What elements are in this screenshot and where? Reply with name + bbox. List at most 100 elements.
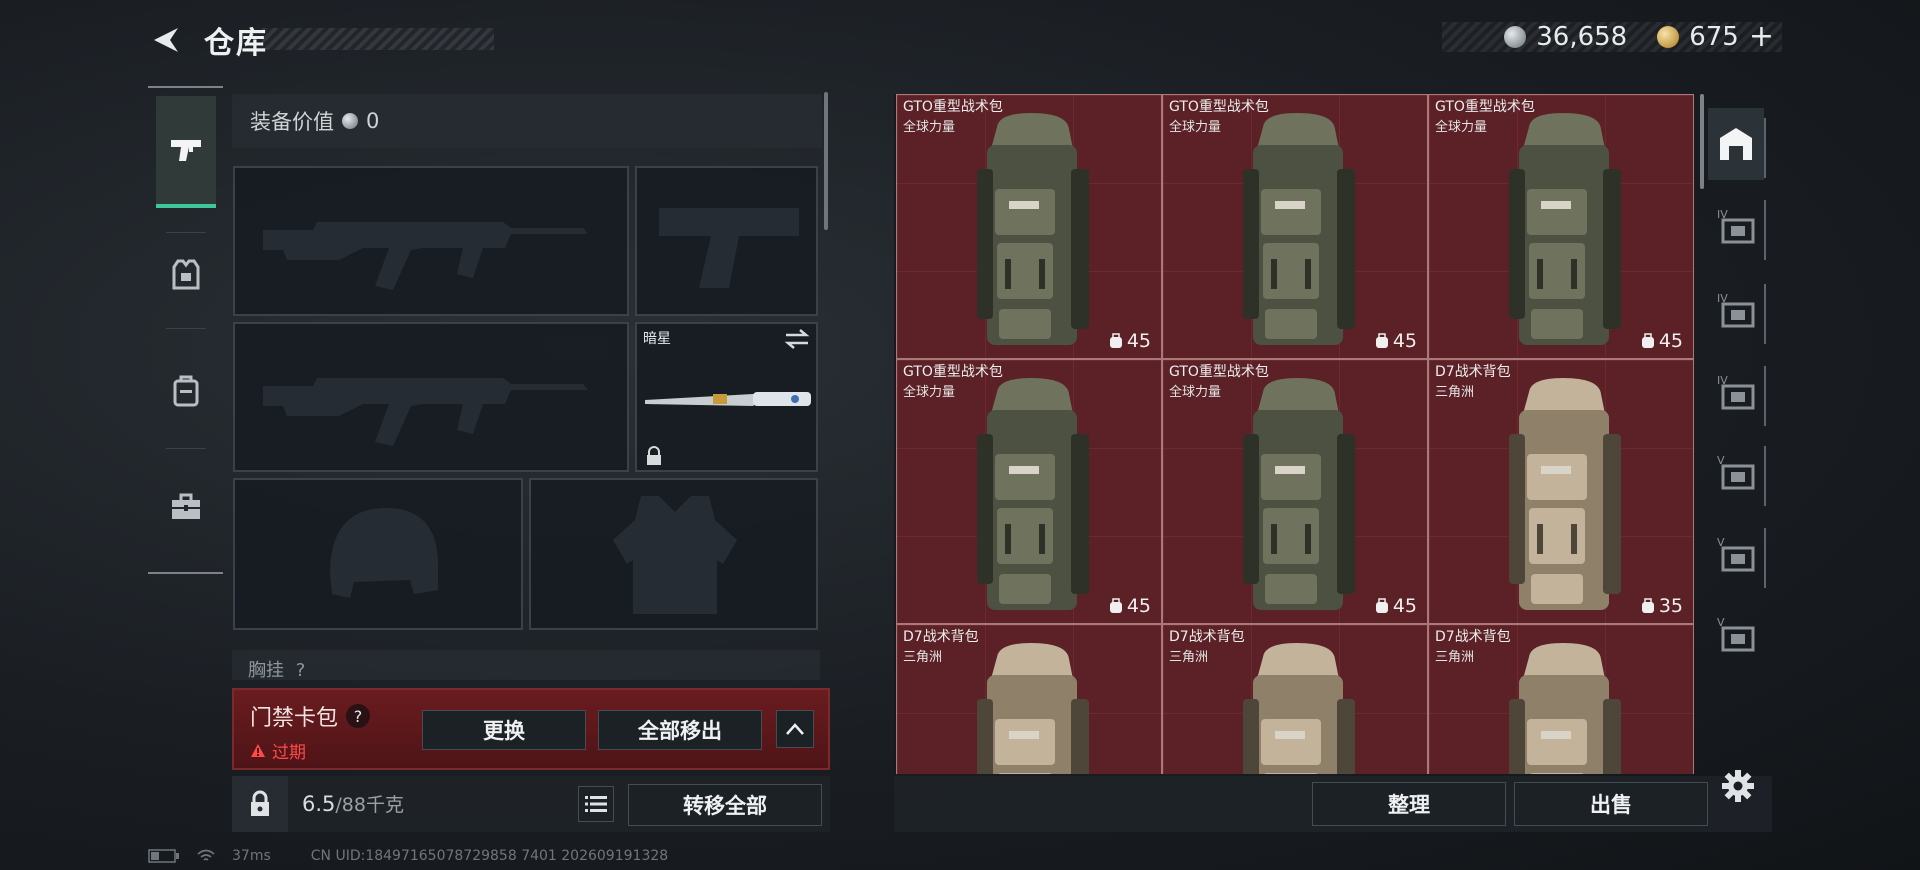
collapse-button[interactable] xyxy=(776,710,814,748)
storage-item-cell[interactable]: GTO重型战术包 全球力量 45 xyxy=(896,359,1162,624)
backpack-item-icon xyxy=(1509,113,1621,345)
item-durability-value: 45 xyxy=(1658,330,1683,352)
item-durability: 45 xyxy=(1109,330,1151,352)
body-armor-slot[interactable] xyxy=(529,478,818,630)
item-brand: 三角洲 xyxy=(1435,385,1475,400)
primary-weapon-slot-2[interactable] xyxy=(233,322,629,472)
item-brand: 全球力量 xyxy=(1169,385,1222,400)
knife-icon xyxy=(645,392,811,406)
storage-scrollbar[interactable] xyxy=(1700,94,1704,189)
item-brand: 三角洲 xyxy=(903,650,943,665)
storage-tab-7[interactable]: V xyxy=(1708,598,1764,670)
storage-tab-4[interactable]: IV xyxy=(1708,356,1764,428)
item-durability: 35 xyxy=(1641,595,1683,617)
item-durability-value: 45 xyxy=(1392,330,1417,352)
item-brand: 三角洲 xyxy=(1435,650,1475,665)
helmet-slot[interactable] xyxy=(233,478,523,630)
silver-coin-icon xyxy=(1504,26,1527,48)
storage-item-cell[interactable]: D7战术背包 三角洲 xyxy=(1162,624,1428,774)
storage-item-cell[interactable]: D7战术背包 三角洲 xyxy=(896,624,1162,774)
rifle-silhouette-icon xyxy=(263,222,588,290)
keycard-status: 过期 xyxy=(250,738,306,763)
sidearm-slot[interactable] xyxy=(635,166,818,316)
storage-item-cell[interactable]: D7战术背包 三角洲 xyxy=(1428,624,1694,774)
rail-divider xyxy=(166,448,206,449)
storage-tab-6[interactable]: V xyxy=(1708,518,1764,590)
currency-bar: 36,658 675 + xyxy=(1442,22,1782,52)
chevron-up-icon xyxy=(786,723,804,735)
category-weapons[interactable] xyxy=(156,96,216,208)
tab-divider xyxy=(1764,446,1766,506)
item-brand: 全球力量 xyxy=(1169,120,1222,135)
category-backpack[interactable] xyxy=(156,336,216,446)
remove-all-button[interactable]: 全部移出 xyxy=(598,710,762,750)
transfer-all-button[interactable]: 转移全部 xyxy=(628,784,822,826)
sort-button[interactable]: 整理 xyxy=(1312,782,1506,826)
capacity-text: 6.5/88千克 xyxy=(302,790,404,817)
lock-button[interactable] xyxy=(232,776,288,832)
item-brand: 全球力量 xyxy=(903,385,956,400)
helmet-silhouette-icon xyxy=(330,508,439,598)
item-brand: 全球力量 xyxy=(1435,120,1488,135)
storage-tab-icon: IV xyxy=(1717,208,1755,244)
item-name: D7战术背包 xyxy=(903,629,979,645)
gold-coin-icon xyxy=(1657,26,1680,48)
capacity-max: /88千克 xyxy=(335,794,404,816)
add-currency-button[interactable]: + xyxy=(1749,22,1774,52)
pistol-silhouette-icon xyxy=(659,208,799,288)
storage-safe-icon: V xyxy=(1717,454,1755,490)
vest-icon xyxy=(172,259,200,290)
category-armor[interactable] xyxy=(156,220,216,330)
storage-add-icon: IV xyxy=(1717,292,1755,328)
backpack-capacity-icon xyxy=(1641,598,1654,613)
backpack-item-icon xyxy=(1243,113,1355,345)
storage-item-cell[interactable]: D7战术背包 三角洲 35 xyxy=(1428,359,1694,624)
tab-divider xyxy=(1764,528,1766,588)
item-brand: 全球力量 xyxy=(903,120,956,135)
item-name: GTO重型战术包 xyxy=(903,364,1003,380)
back-button[interactable] xyxy=(148,22,184,58)
item-name: GTO重型战术包 xyxy=(903,99,1003,115)
chest-rig-slot[interactable]: 胸挂 ? xyxy=(232,650,820,680)
category-case[interactable] xyxy=(156,452,216,562)
melee-slot[interactable]: 暗星 xyxy=(635,322,818,472)
primary-weapon-slot-1[interactable] xyxy=(233,166,629,316)
backpack-item-icon xyxy=(977,643,1089,774)
sell-button[interactable]: 出售 xyxy=(1514,782,1708,826)
storage-tabs: IV IV IV V V V xyxy=(1708,108,1766,748)
wifi-icon xyxy=(197,849,215,861)
storage-item-cell[interactable]: GTO重型战术包 全球力量 45 xyxy=(896,94,1162,359)
storage-home-icon xyxy=(1720,128,1752,160)
backpack-item-icon xyxy=(1509,378,1621,610)
storage-folder-icon: IV xyxy=(1717,374,1755,410)
storage-item-cell[interactable]: GTO重型战术包 全球力量 45 xyxy=(1162,94,1428,359)
backpack-capacity-icon xyxy=(1109,598,1122,613)
list-view-button[interactable] xyxy=(578,786,614,822)
list-icon xyxy=(585,796,607,812)
storage-tab-3[interactable]: IV xyxy=(1708,274,1764,346)
keycard-help-button[interactable]: ? xyxy=(346,704,371,728)
backpack-item-icon xyxy=(977,113,1089,345)
chest-rig-label: 胸挂 xyxy=(248,660,284,680)
item-durability-value: 45 xyxy=(1126,595,1151,617)
item-name: D7战术背包 xyxy=(1169,629,1245,645)
equipment-value-header: 装备价值 0 xyxy=(232,94,822,148)
storage-item-cell[interactable]: GTO重型战术包 全球力量 45 xyxy=(1162,359,1428,624)
storage-item-cell[interactable]: GTO重型战术包 全球力量 45 xyxy=(1428,94,1694,359)
item-durability-value: 45 xyxy=(1126,330,1151,352)
storage-tab-5[interactable]: V xyxy=(1708,436,1764,508)
lock-icon xyxy=(251,790,269,816)
loadout-scrollbar[interactable] xyxy=(824,92,828,230)
storage-safe-icon: V xyxy=(1717,616,1755,652)
settings-button[interactable] xyxy=(1718,766,1758,806)
swap-icon[interactable] xyxy=(784,328,810,350)
storage-tab-2[interactable]: IV xyxy=(1708,190,1764,262)
backpack-item-icon xyxy=(977,378,1089,610)
capacity-bar: 6.5/88千克 转移全部 xyxy=(232,776,830,832)
keycard-expired-text: 过期 xyxy=(272,743,306,763)
ping-text: 37ms xyxy=(232,848,271,864)
item-name: GTO重型战术包 xyxy=(1169,364,1269,380)
storage-tab-1[interactable] xyxy=(1708,108,1764,180)
replace-button[interactable]: 更换 xyxy=(422,710,586,750)
backpack-item-icon xyxy=(1243,378,1355,610)
